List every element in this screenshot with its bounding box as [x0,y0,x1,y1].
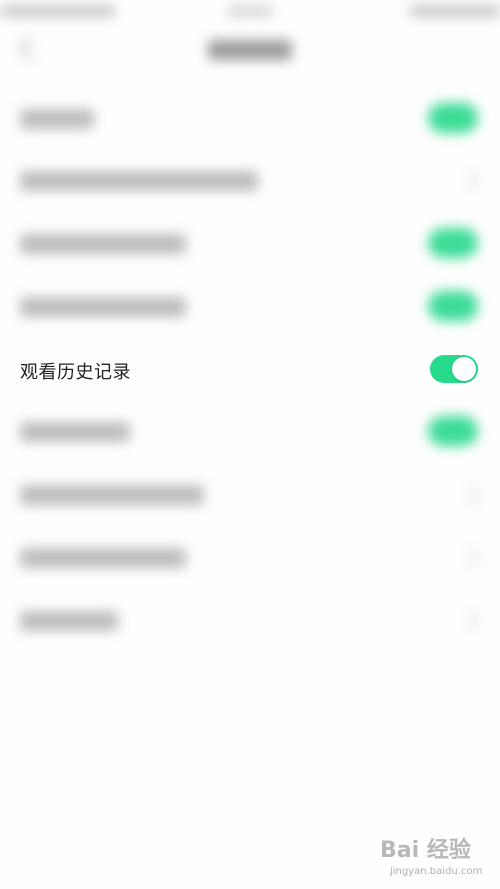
watch-history-label: 观看历史记录 [20,362,131,383]
watch-history-toggle[interactable] [430,355,478,383]
page-title [208,40,292,60]
settings-row-label [20,171,258,191]
nav-bar [0,26,500,76]
watermark-url: jingyan.baidu.com [390,866,483,877]
settings-row-label [20,234,186,254]
settings-row-4[interactable] [0,276,500,338]
back-arrow-icon[interactable] [18,36,43,61]
settings-row-9[interactable] [0,590,500,652]
chevron-right-icon [459,611,479,631]
status-bar-time [228,6,272,16]
baidu-jingyan-watermark: Bai 经验 jingyan.baidu.com [380,832,498,887]
status-bar-right [410,5,500,17]
settings-row-7[interactable] [0,464,500,526]
settings-row-label [20,548,186,568]
settings-row-label [20,611,118,631]
status-bar [0,0,500,26]
watermark-brand: Bai 经验 [380,838,471,863]
chevron-right-icon [459,485,479,505]
settings-row-toggle[interactable] [428,228,478,258]
toggle-knob [452,357,476,381]
chevron-right-icon [459,171,479,191]
settings-row-8[interactable] [0,527,500,589]
settings-row-label [20,485,204,505]
settings-row-toggle[interactable] [428,291,478,321]
settings-page: 观看历史记录 Bai 经验 jingyan.baidu.com [0,0,500,889]
settings-row-toggle[interactable] [428,416,478,446]
settings-row-label [20,422,130,442]
status-bar-left [0,5,115,17]
settings-row-watch-history: 观看历史记录 [0,339,500,401]
settings-row-label [20,297,186,317]
settings-row-3[interactable] [0,213,500,275]
settings-row-6[interactable] [0,401,500,463]
settings-row-toggle[interactable] [428,103,478,133]
settings-row-2[interactable] [0,150,500,212]
chevron-right-icon [459,548,479,568]
settings-row-label [20,109,94,129]
settings-row-1[interactable] [0,88,500,150]
